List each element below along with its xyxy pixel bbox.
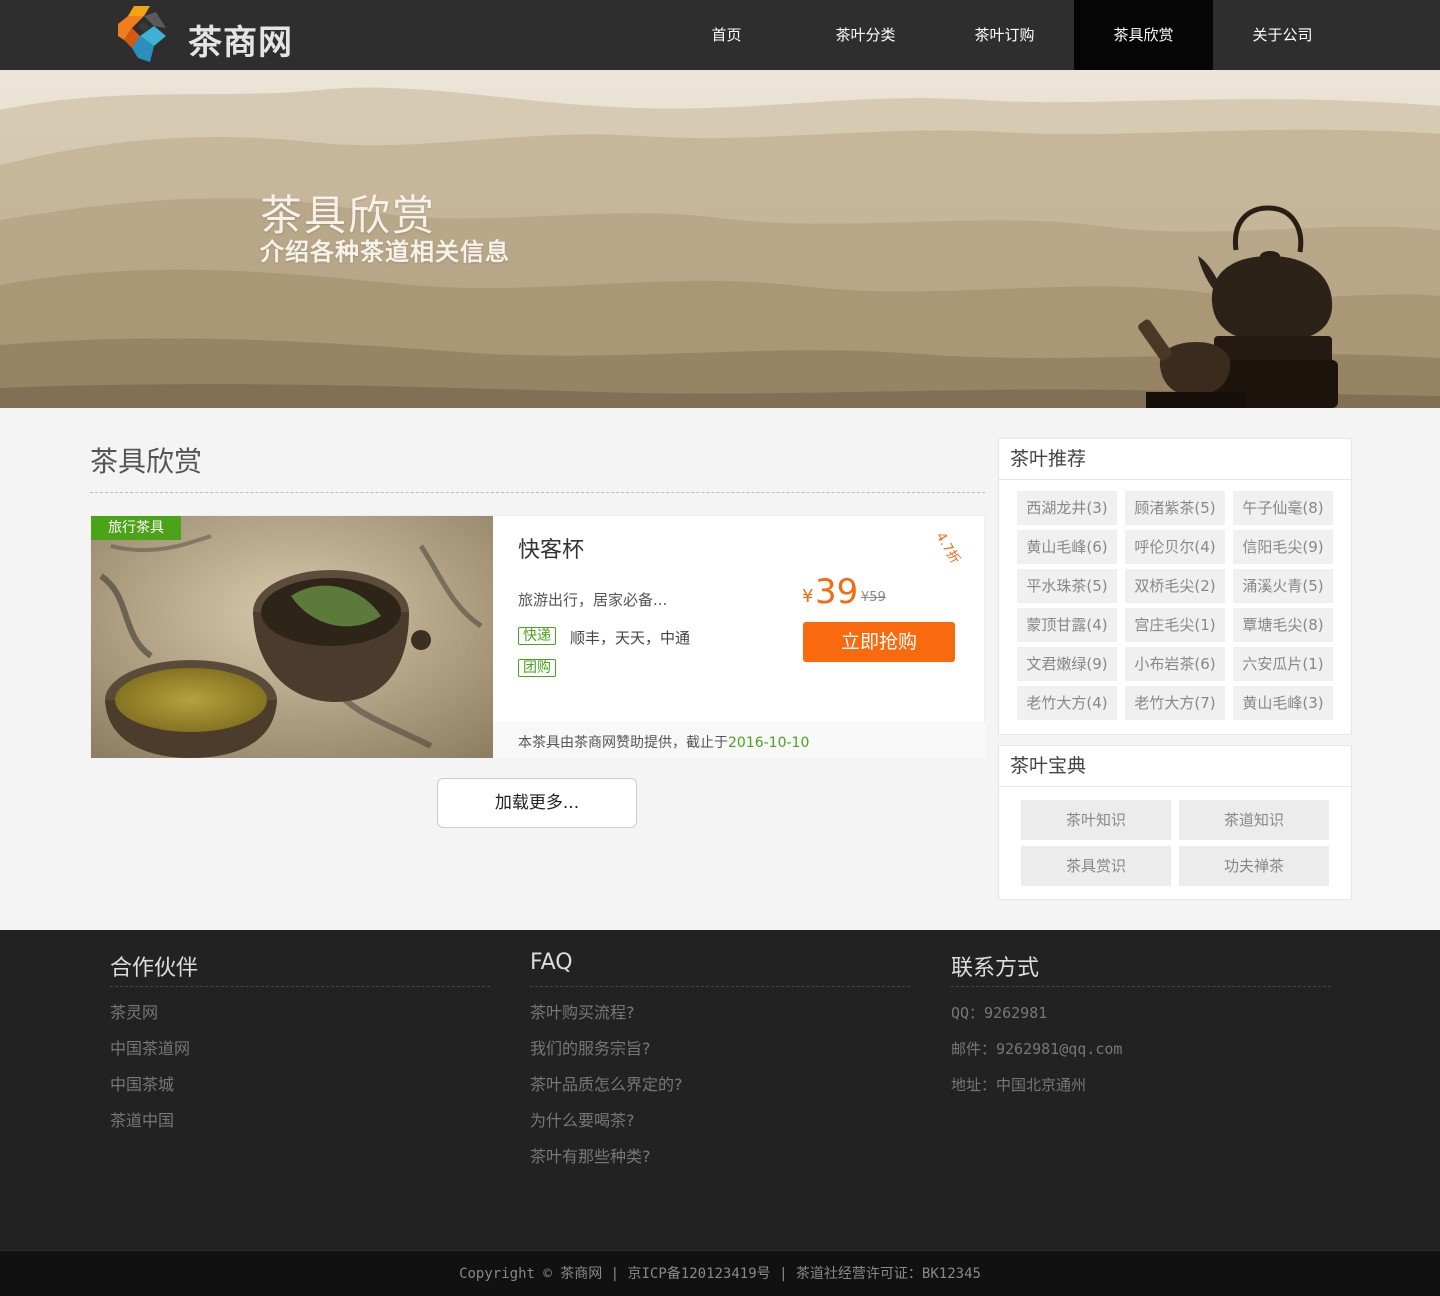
nav-tea-order[interactable]: 茶叶订购 [935, 0, 1074, 70]
recommend-tag[interactable]: 西湖龙井(3) [1017, 491, 1117, 525]
footer-partners-title: 合作伙伴 [110, 956, 199, 981]
banner-subtitle: 介绍各种茶道相关信息 [260, 237, 510, 266]
original-price: ¥59 [861, 590, 886, 605]
contact-list: QQ：9262981 邮件：9262981@qq.com 地址：中国北京通州 [951, 1002, 1122, 1110]
product-card: 旅行茶具 快客杯 旅游出行，居家必备... 快递 顺丰，天天，中通 团购 ¥ 3… [90, 515, 986, 758]
dictionary-item[interactable]: 功夫禅茶 [1179, 846, 1329, 886]
site-logo[interactable]: 茶商网 [114, 2, 314, 68]
tea-recommend-panel: 茶叶推荐 西湖龙井(3) 顾渚紫茶(5) 午子仙毫(8) 黄山毛峰(6) 呼伦贝… [998, 438, 1352, 735]
footer-divider [951, 986, 1331, 987]
sponsor-note: 本茶具由茶商网赞助提供，截止于2016-10-10 [518, 732, 809, 752]
dictionary-item[interactable]: 茶道知识 [1179, 800, 1329, 840]
dictionary-item[interactable]: 茶叶知识 [1021, 800, 1171, 840]
partner-link[interactable]: 中国茶城 [110, 1074, 190, 1110]
recommend-tag-grid: 西湖龙井(3) 顾渚紫茶(5) 午子仙毫(8) 黄山毛峰(6) 呼伦贝尔(4) … [1017, 491, 1333, 720]
recommend-tag[interactable]: 宫庄毛尖(1) [1125, 608, 1225, 642]
partners-list: 茶灵网 中国茶道网 中国茶城 茶道中国 [110, 1002, 190, 1146]
partner-link[interactable]: 茶道中国 [110, 1110, 190, 1146]
recommend-tag[interactable]: 文君嫩绿(9) [1017, 647, 1117, 681]
sponsor-text: 本茶具由茶商网赞助提供，截止于 [518, 735, 728, 751]
product-footer: 本茶具由茶商网赞助提供，截止于2016-10-10 [493, 722, 986, 758]
nav-teaware[interactable]: 茶具欣赏 [1074, 0, 1213, 70]
footer-divider [530, 986, 910, 987]
faq-link[interactable]: 为什么要喝茶? [530, 1110, 683, 1146]
recommend-tag[interactable]: 双桥毛尖(2) [1125, 569, 1225, 603]
product-category-tag: 旅行茶具 [91, 516, 181, 540]
recommend-tag[interactable]: 老竹大方(7) [1125, 686, 1225, 720]
footer-divider [110, 986, 490, 987]
recommend-tag[interactable]: 平水珠茶(5) [1017, 569, 1117, 603]
buy-now-button[interactable]: 立即抢购 [803, 622, 955, 662]
product-description: 旅游出行，居家必备... [518, 591, 668, 609]
faq-link[interactable]: 茶叶有那些种类? [530, 1146, 683, 1182]
panel-title-recommend: 茶叶推荐 [999, 439, 1351, 480]
product-name[interactable]: 快客杯 [518, 532, 584, 564]
discount-label: 4.7折 [932, 530, 963, 567]
main-nav: 首页 茶叶分类 茶叶订购 茶具欣赏 关于公司 [657, 0, 1352, 70]
tea-cups-photo [91, 516, 493, 758]
site-footer: 合作伙伴 茶灵网 中国茶道网 中国茶城 茶道中国 FAQ 茶叶购买流程? 我们的… [0, 930, 1440, 1250]
section-divider [90, 492, 985, 493]
recommend-tag[interactable]: 小布岩茶(6) [1125, 647, 1225, 681]
contact-address: 地址：中国北京通州 [951, 1076, 1087, 1094]
recommend-tag[interactable]: 老竹大方(4) [1017, 686, 1117, 720]
contact-qq: QQ：9262981 [951, 1004, 1048, 1022]
panel-title-dictionary: 茶叶宝典 [999, 746, 1351, 787]
recommend-tag[interactable]: 黄山毛峰(6) [1017, 530, 1117, 564]
contact-email: 邮件：9262981@qq.com [951, 1040, 1123, 1058]
dictionary-item[interactable]: 茶具赏识 [1021, 846, 1171, 886]
express-carriers: 顺丰，天天，中通 [570, 629, 691, 647]
recommend-tag[interactable]: 黄山毛峰(3) [1233, 686, 1333, 720]
recommend-tag[interactable]: 呼伦贝尔(4) [1125, 530, 1225, 564]
deadline-date: 2016-10-10 [728, 735, 810, 751]
product-price: 39 [815, 572, 859, 612]
recommend-tag[interactable]: 覃塘毛尖(8) [1233, 608, 1333, 642]
product-image[interactable]: 旅行茶具 [91, 516, 493, 758]
price-currency: ¥ [802, 586, 814, 607]
recommend-tag[interactable]: 午子仙毫(8) [1233, 491, 1333, 525]
top-header: 茶商网 首页 茶叶分类 茶叶订购 茶具欣赏 关于公司 [0, 0, 1440, 70]
faq-link[interactable]: 茶叶品质怎么界定的? [530, 1074, 683, 1110]
banner-landscape [0, 70, 1440, 408]
footer-faq-title: FAQ [530, 950, 573, 975]
nav-about[interactable]: 关于公司 [1213, 0, 1352, 70]
partner-link[interactable]: 茶灵网 [110, 1002, 190, 1038]
recommend-tag[interactable]: 六安瓜片(1) [1233, 647, 1333, 681]
nav-tea-category[interactable]: 茶叶分类 [796, 0, 935, 70]
load-more-button[interactable]: 加载更多... [437, 778, 637, 828]
faq-link[interactable]: 我们的服务宗旨? [530, 1038, 683, 1074]
logo-mark-icon [118, 6, 166, 62]
express-badge: 快递 [518, 627, 556, 645]
footer-contact-title: 联系方式 [951, 956, 1040, 981]
recommend-tag[interactable]: 涌溪火青(5) [1233, 569, 1333, 603]
tea-dictionary-panel: 茶叶宝典 茶叶知识 茶道知识 茶具赏识 功夫禅茶 [998, 745, 1352, 900]
recommend-tag[interactable]: 信阳毛尖(9) [1233, 530, 1333, 564]
recommend-tag[interactable]: 顾渚紫茶(5) [1125, 491, 1225, 525]
hero-banner: 茶具欣赏 介绍各种茶道相关信息 [0, 70, 1440, 408]
faq-list: 茶叶购买流程? 我们的服务宗旨? 茶叶品质怎么界定的? 为什么要喝茶? 茶叶有那… [530, 1002, 683, 1182]
nav-home[interactable]: 首页 [657, 0, 796, 70]
recommend-tag[interactable]: 蒙顶甘露(4) [1017, 608, 1117, 642]
faq-link[interactable]: 茶叶购买流程? [530, 1002, 683, 1038]
copyright-bar: Copyright © 茶商网 | 京ICP备120123419号 | 茶道社经… [0, 1250, 1440, 1296]
partner-link[interactable]: 中国茶道网 [110, 1038, 190, 1074]
dictionary-grid: 茶叶知识 茶道知识 茶具赏识 功夫禅茶 [1021, 800, 1329, 886]
group-buy-badge: 团购 [518, 659, 556, 677]
section-title: 茶具欣赏 [90, 445, 203, 478]
logo-text: 茶商网 [188, 23, 293, 63]
